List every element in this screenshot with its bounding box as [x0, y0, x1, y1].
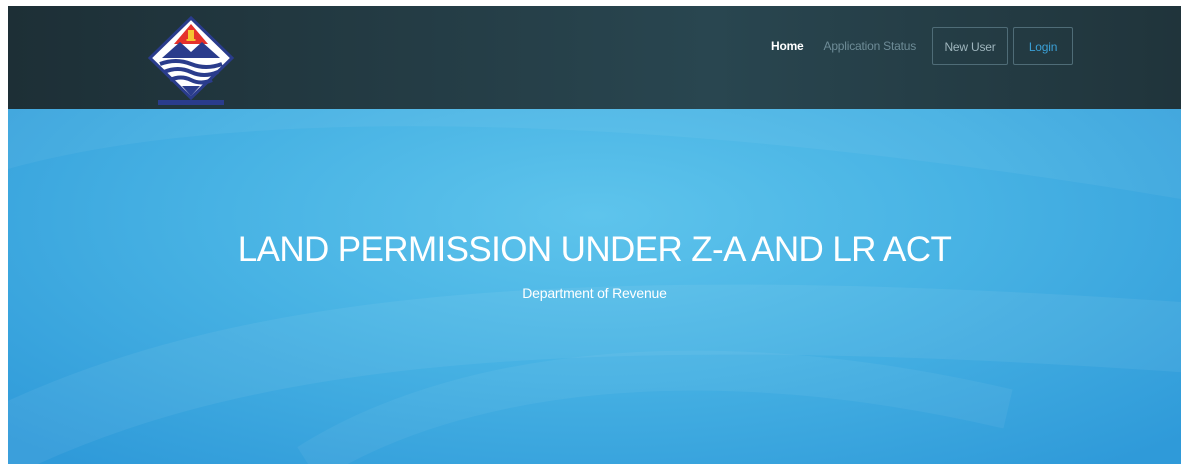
top-navbar: Home Application Status New User Login	[8, 6, 1181, 109]
login-button[interactable]: Login	[1013, 27, 1073, 65]
main-nav: Home Application Status New User Login	[771, 26, 1073, 66]
nav-application-status-link[interactable]: Application Status	[824, 39, 917, 53]
nav-home-link[interactable]: Home	[771, 39, 804, 53]
uttarakhand-emblem-icon[interactable]	[146, 14, 236, 106]
page-subtitle: Department of Revenue	[522, 285, 667, 301]
page-title: LAND PERMISSION UNDER Z-A AND LR ACT	[237, 230, 952, 269]
new-user-button[interactable]: New User	[932, 27, 1008, 65]
page-frame: Home Application Status New User Login L…	[8, 6, 1181, 464]
hero-banner: LAND PERMISSION UNDER Z-A AND LR ACT Dep…	[8, 109, 1181, 464]
